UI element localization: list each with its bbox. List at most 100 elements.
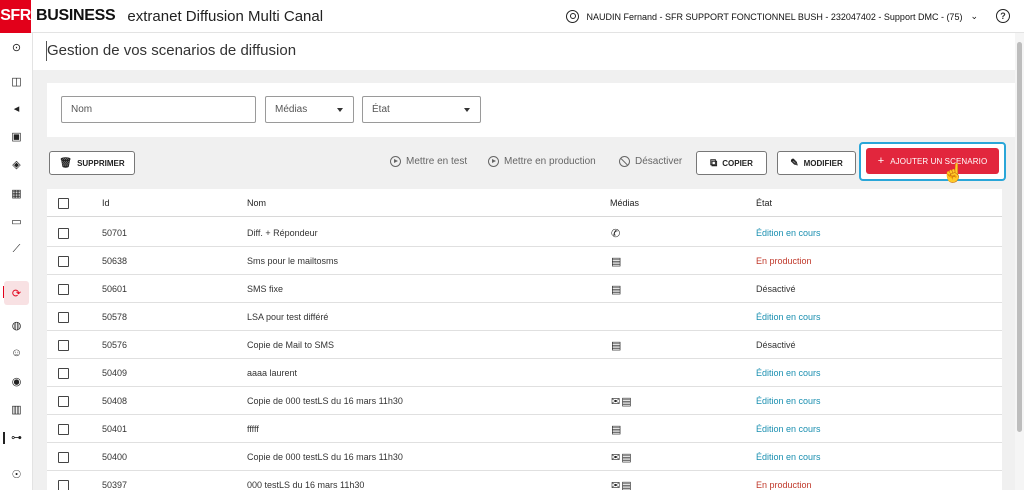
table-row[interactable]: 50578 LSA pour test différé Édition en c… — [47, 303, 1002, 331]
table-row[interactable]: 50408 Copie de 000 testLS du 16 mars 11h… — [47, 387, 1002, 415]
add-scenario-label: AJOUTER UN SCENARIO — [890, 156, 988, 166]
header-etat[interactable]: État — [756, 189, 772, 217]
table-row[interactable]: 50401 fffff ▤ Édition en cours — [47, 415, 1002, 443]
sms-icon: ▤ — [611, 255, 623, 268]
user-label: NAUDIN Fernand - SFR SUPPORT FONCTIONNEL… — [586, 11, 963, 22]
table-row[interactable]: 50409 aaaa laurent Édition en cours — [47, 359, 1002, 387]
table-header-row: Id Nom Médias État — [47, 189, 1002, 217]
row-nom: Copie de 000 testLS du 16 mars 11h30 — [247, 452, 403, 462]
contacts-icon[interactable]: ▣ — [10, 130, 23, 143]
calendar-icon[interactable]: ▦ — [10, 187, 23, 200]
megaphone-icon[interactable]: ◂ — [10, 102, 23, 115]
header-nom[interactable]: Nom — [247, 189, 266, 217]
row-checkbox[interactable] — [58, 479, 69, 490]
play-circle-icon[interactable]: ⊙ — [10, 41, 23, 54]
table-row[interactable]: 50601 SMS fixe ▤ Désactivé — [47, 275, 1002, 303]
sidebar: ⊙ ◫ ◂ ▣ ◈ ▦ ▭ ⟋ ⟳ ◍ ☺ ◉ ▥ ⊶ ☉ — [0, 33, 33, 490]
etat-filter-select[interactable]: État — [362, 96, 481, 123]
mail-sms-icon: ✉▤ — [611, 479, 633, 490]
put-in-test-label: Mettre en test — [406, 156, 468, 167]
mail-sms-icon: ✉▤ — [611, 395, 633, 408]
row-etat: En production — [756, 256, 812, 266]
row-id: 50576 — [102, 340, 128, 350]
row-etat: En production — [756, 480, 812, 490]
plus-icon: + — [877, 155, 885, 167]
row-nom: aaaa laurent — [247, 368, 298, 378]
medias-filter-select[interactable]: Médias — [265, 96, 354, 123]
delete-button[interactable]: 🗑 SUPPRIMER — [49, 151, 135, 175]
account-icon[interactable]: ◉ — [10, 375, 23, 388]
row-etat: Édition en cours — [756, 312, 821, 322]
row-etat: Édition en cours — [756, 452, 821, 462]
row-checkbox[interactable] — [58, 283, 69, 295]
put-in-test-button[interactable]: Mettre en test — [390, 156, 467, 167]
name-filter-input[interactable]: Nom — [61, 96, 256, 123]
row-etat: Édition en cours — [756, 368, 821, 378]
row-etat: Édition en cours — [756, 228, 821, 238]
name-filter-placeholder: Nom — [71, 104, 93, 115]
row-nom: Copie de Mail to SMS — [247, 340, 335, 350]
copy-label: COPIER — [722, 158, 753, 168]
deactivate-button[interactable]: Désactiver — [619, 156, 682, 167]
play-circle-icon — [390, 156, 401, 167]
users-icon[interactable]: ☺ — [10, 346, 23, 359]
business-logo-text: BUSINESS — [36, 7, 116, 24]
user-icon — [565, 10, 579, 23]
tree-icon[interactable]: ⊶ — [10, 431, 23, 444]
row-id: 50638 — [102, 256, 128, 266]
row-checkbox[interactable] — [58, 227, 69, 239]
row-nom: Copie de 000 testLS du 16 mars 11h30 — [247, 396, 403, 406]
accessibility-icon[interactable]: ☉ — [10, 468, 23, 481]
globe-icon[interactable]: ◍ — [10, 319, 23, 332]
trash-icon: 🗑 — [59, 157, 73, 169]
row-checkbox[interactable] — [58, 367, 69, 379]
dashboard-icon[interactable]: ◫ — [10, 75, 23, 88]
medias-filter-label: Médias — [275, 104, 308, 115]
table-row[interactable]: 50397 000 testLS du 16 mars 11h30 ✉▤ En … — [47, 471, 1002, 490]
row-nom: fffff — [247, 424, 259, 434]
copy-button[interactable]: ⧉ COPIER — [696, 151, 767, 175]
row-id: 50701 — [102, 228, 128, 238]
row-id: 50409 — [102, 368, 128, 378]
row-checkbox[interactable] — [58, 423, 69, 435]
row-checkbox[interactable] — [58, 339, 69, 351]
add-scenario-button[interactable]: + AJOUTER UN SCENARIO — [866, 148, 999, 174]
row-id: 50397 — [102, 480, 128, 490]
chart-icon[interactable]: ⟋ — [10, 243, 23, 256]
row-id: 50401 — [102, 424, 128, 434]
header-medias[interactable]: Médias — [610, 189, 639, 217]
package-icon[interactable]: ◈ — [10, 158, 23, 171]
modify-button[interactable]: ✎ MODIFIER — [777, 151, 856, 175]
row-checkbox[interactable] — [58, 395, 69, 407]
row-etat: Désactivé — [756, 284, 796, 294]
deactivate-label: Désactiver — [635, 156, 683, 167]
put-in-production-label: Mettre en production — [504, 156, 596, 167]
top-bar: SFR BUSINESS extranet Diffusion Multi Ca… — [0, 0, 1024, 33]
row-nom: Sms pour le mailtosms — [247, 256, 339, 266]
message-icon[interactable]: ▭ — [10, 215, 23, 228]
scenario-icon[interactable]: ⟳ — [4, 281, 29, 305]
row-id: 50578 — [102, 312, 128, 322]
caret-down-icon — [337, 108, 343, 112]
header-id[interactable]: Id — [102, 189, 110, 217]
section-indicator — [3, 432, 5, 444]
etat-filter-label: État — [372, 104, 390, 115]
folder-icon[interactable]: ▥ — [10, 403, 23, 416]
chevron-down-icon[interactable]: ⌄ — [970, 11, 978, 22]
help-icon[interactable]: ? — [996, 9, 1010, 23]
row-checkbox[interactable] — [58, 255, 69, 267]
sfr-logo[interactable]: SFR — [0, 0, 31, 33]
table-row[interactable]: 50701 Diff. + Répondeur ✆ Édition en cou… — [47, 219, 1002, 247]
user-menu[interactable]: NAUDIN Fernand - SFR SUPPORT FONCTIONNEL… — [565, 0, 978, 33]
table-row[interactable]: 50576 Copie de Mail to SMS ▤ Désactivé — [47, 331, 1002, 359]
row-nom: Diff. + Répondeur — [247, 228, 318, 238]
copy-icon: ⧉ — [710, 157, 718, 169]
scrollbar-thumb[interactable] — [1017, 42, 1022, 432]
table-row[interactable]: 50638 Sms pour le mailtosms ▤ En product… — [47, 247, 1002, 275]
row-etat: Édition en cours — [756, 396, 821, 406]
row-checkbox[interactable] — [58, 311, 69, 323]
select-all-checkbox[interactable] — [58, 197, 69, 209]
row-checkbox[interactable] — [58, 451, 69, 463]
put-in-production-button[interactable]: Mettre en production — [488, 156, 596, 167]
table-row[interactable]: 50400 Copie de 000 testLS du 16 mars 11h… — [47, 443, 1002, 471]
